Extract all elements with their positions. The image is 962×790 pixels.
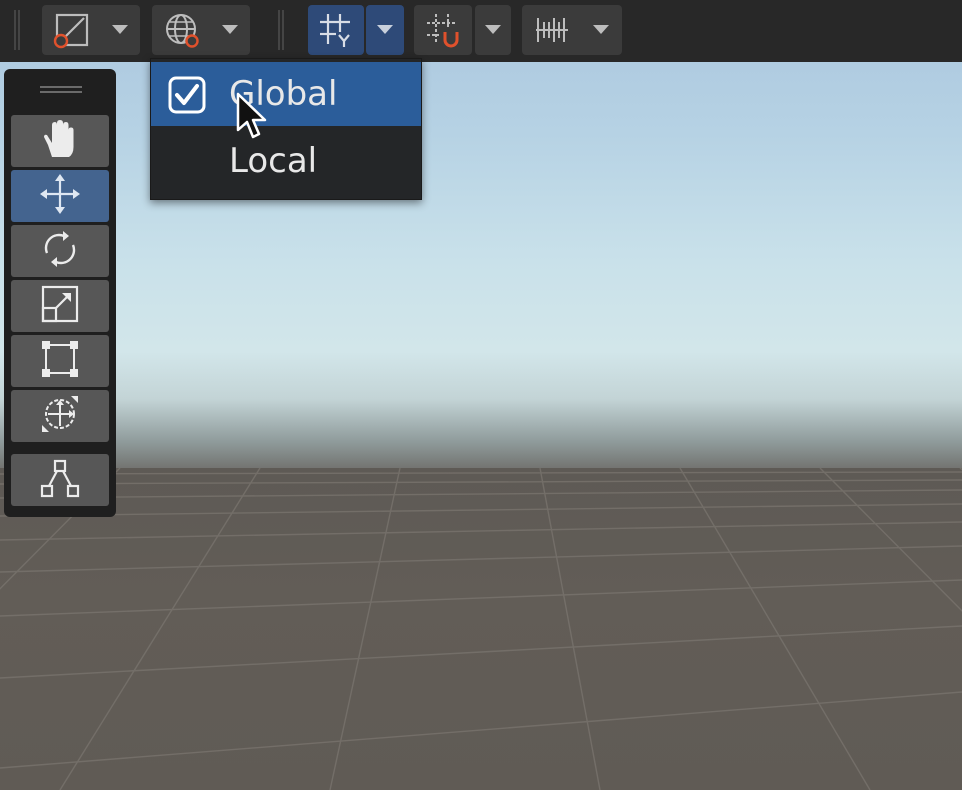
grid-snap-button[interactable]	[308, 5, 364, 55]
transform-icon	[38, 392, 82, 440]
menu-item-label: Local	[229, 141, 318, 181]
mouse-pointer-icon	[236, 92, 267, 139]
custom-tool-icon	[38, 456, 82, 504]
scale-tool-button[interactable]	[11, 280, 109, 332]
rect-tool-icon	[38, 337, 82, 385]
increment-snap-dropdown[interactable]	[475, 5, 511, 55]
hand-tool-button[interactable]	[11, 115, 109, 167]
orientation-menu: Global Local	[150, 58, 422, 200]
overlay-drag-handle[interactable]	[40, 85, 82, 95]
snap-ruler-icon	[522, 5, 582, 55]
grid-snap-dropdown[interactable]	[366, 5, 404, 55]
chevron-down-icon[interactable]	[212, 5, 248, 55]
rotate-icon	[38, 227, 82, 275]
menu-item-global[interactable]: Global	[151, 62, 421, 126]
view-options-icon	[42, 5, 102, 55]
rect-tool-button[interactable]	[11, 335, 109, 387]
chevron-down-icon[interactable]	[582, 5, 620, 55]
global-orientation-icon	[152, 5, 212, 55]
scene-view[interactable]: Global Local	[0, 0, 962, 790]
skybox	[0, 0, 962, 475]
custom-tool-button[interactable]	[11, 454, 109, 506]
tools-overlay	[4, 69, 116, 517]
scale-icon	[38, 282, 82, 330]
move-icon	[38, 172, 82, 220]
toolbar-grip[interactable]	[12, 10, 22, 50]
chevron-down-icon[interactable]	[475, 5, 511, 55]
hand-icon	[38, 117, 82, 165]
chevron-down-icon[interactable]	[366, 5, 404, 55]
grid-snap-icon	[308, 5, 364, 55]
scene-grid	[0, 468, 962, 790]
increment-snap-icon	[414, 5, 472, 55]
move-tool-button[interactable]	[11, 170, 109, 222]
scene-viewport[interactable]	[0, 0, 962, 790]
view-options-button[interactable]	[42, 5, 140, 55]
rotate-tool-button[interactable]	[11, 225, 109, 277]
menu-item-local[interactable]: Local	[151, 129, 421, 193]
chevron-down-icon[interactable]	[102, 5, 138, 55]
scene-toolbar	[0, 0, 962, 62]
checkbox-checked-icon	[168, 76, 210, 114]
snap-settings-button[interactable]	[522, 5, 622, 55]
increment-snap-button[interactable]	[414, 5, 472, 55]
orientation-button[interactable]	[152, 5, 250, 55]
toolbar-grip[interactable]	[276, 10, 286, 50]
transform-tool-button[interactable]	[11, 390, 109, 442]
